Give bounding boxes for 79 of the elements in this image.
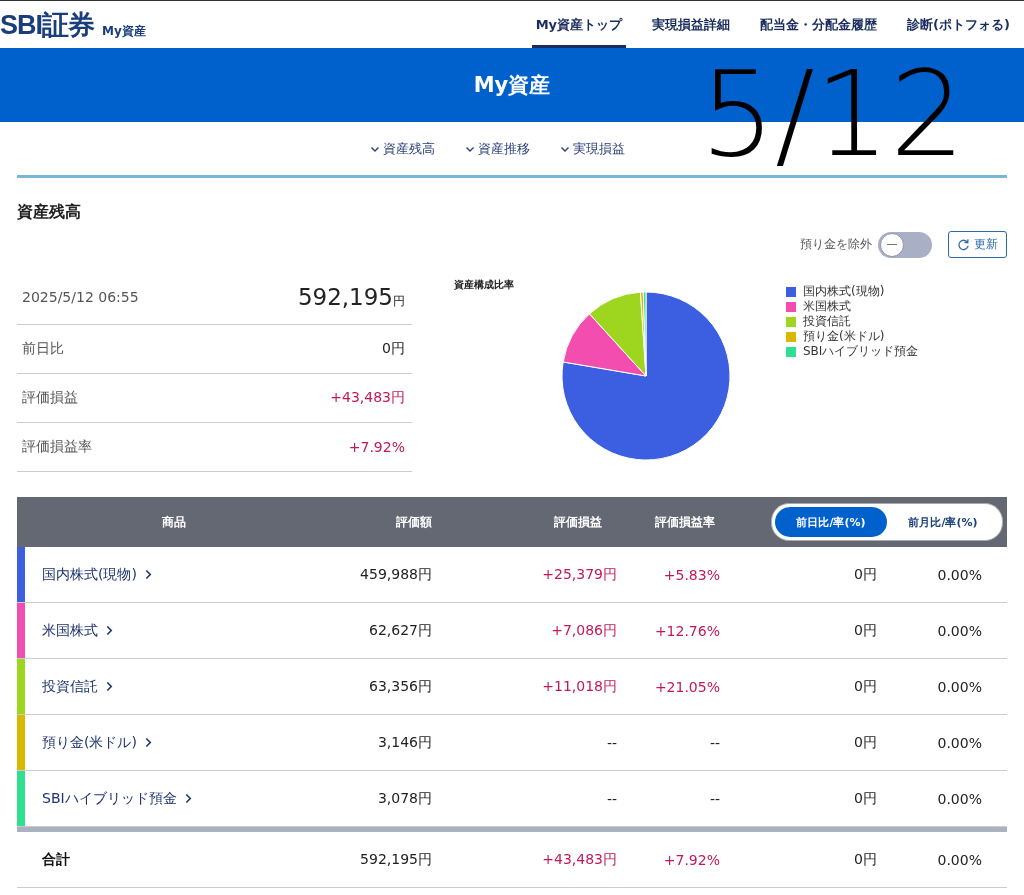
product-link[interactable]: 投資信託 — [25, 677, 330, 696]
product-link[interactable]: 米国株式 — [25, 621, 330, 640]
table-cell-text: 0.00% — [936, 566, 982, 583]
chevron-right-icon — [144, 737, 152, 748]
refresh-button[interactable]: 更新 — [948, 231, 1007, 258]
table-cell-text: 0円 — [853, 621, 877, 640]
logo[interactable]: SBI証券 — [0, 6, 94, 43]
table-cell-text: +5.83% — [662, 566, 720, 583]
summary-label: 評価損益率 — [22, 438, 92, 456]
summary-value: 0円 — [382, 340, 405, 358]
legend-label: 国内株式(現物) — [803, 284, 885, 299]
summary-label: 前日比 — [22, 340, 64, 358]
table-cell-text: 0.00% — [936, 678, 982, 695]
product-link[interactable]: 国内株式(現物) — [25, 565, 330, 584]
toggle-label: 預り金を除外 — [800, 236, 872, 253]
legend-label: 預り金(米ドル) — [803, 329, 885, 344]
table-cell-text: +7,086円 — [550, 621, 617, 640]
site-subtitle: My資産 — [102, 22, 146, 40]
table-cell-text: +7.92% — [662, 851, 720, 868]
page-title: My資産 — [473, 72, 551, 99]
chart-title: 資産構成比率 — [454, 278, 515, 292]
chevron-right-icon — [106, 681, 113, 692]
table-cell-text: +25,379円 — [541, 565, 617, 584]
chevron-right-icon — [144, 569, 152, 580]
table-cell-text: 0.00% — [936, 734, 982, 751]
table-cell-text: -- — [708, 790, 720, 807]
total-value: 592,195 円 — [297, 284, 405, 310]
table-cell-text: 3,146円 — [376, 733, 432, 752]
legend-swatch — [786, 346, 796, 357]
table-cell-text: -- — [708, 734, 720, 751]
table-cell-text: -- — [605, 734, 617, 751]
table-cell-text: -- — [605, 790, 617, 807]
legend-swatch — [786, 301, 796, 312]
legend-label: 米国株式 — [803, 299, 851, 314]
section-title: 資産残高 — [17, 202, 82, 223]
toggle-switch[interactable] — [878, 231, 932, 258]
column-header: 評価額 — [395, 513, 432, 531]
column-header: 評価損益 — [553, 513, 603, 531]
table-cell-text: 62,627円 — [368, 621, 432, 640]
period-tab[interactable]: 前日比/率(%) — [775, 507, 887, 537]
table-cell-text: 0円 — [853, 850, 877, 869]
chevron-right-icon — [184, 793, 192, 804]
table-cell-text: 0.00% — [936, 622, 982, 639]
nav-tab[interactable]: 診断(ポトフォる) — [903, 1, 1014, 48]
timestamp: 2025/5/12 06:55 — [22, 289, 139, 305]
column-header: 評価損益率 — [654, 513, 716, 531]
nav-tab[interactable]: 実現損益詳細 — [648, 1, 735, 48]
summary-value: +43,483円 — [330, 389, 405, 407]
anchor-link[interactable]: 実現損益 — [559, 139, 625, 158]
summary-value: +7.92% — [348, 439, 405, 455]
legend-label: 投資信託 — [803, 314, 851, 329]
chevron-right-icon — [106, 625, 113, 636]
table-cell-text: 0.00% — [936, 851, 982, 868]
table-cell-text: +21.05% — [653, 678, 720, 695]
table-cell-text: 0円 — [853, 789, 877, 808]
table-cell-text: 459,988円 — [359, 565, 432, 584]
refresh-icon — [957, 238, 970, 251]
legend-swatch — [786, 331, 796, 342]
table-cell-text: 3,078円 — [376, 789, 432, 808]
table-cell-text: +11,018円 — [541, 677, 617, 696]
legend-swatch — [786, 286, 796, 297]
table-cell-text: 0円 — [853, 565, 877, 584]
table-cell-text: +12.76% — [653, 622, 720, 639]
anchor-link[interactable]: 資産推移 — [464, 139, 530, 158]
table-cell-text: 592,195円 — [359, 850, 432, 869]
summary-label: 評価損益 — [22, 389, 78, 407]
table-cell-text: 0.00% — [936, 790, 982, 807]
table-cell-text: 63,356円 — [368, 677, 432, 696]
legend-label: SBIハイブリッド預金 — [803, 344, 919, 359]
product-link[interactable]: 預り金(米ドル) — [25, 733, 330, 752]
table-cell-text: 0円 — [853, 733, 877, 752]
column-header: 商品 — [160, 513, 187, 531]
product-link[interactable]: SBIハイブリッド預金 — [25, 789, 330, 808]
nav-tab[interactable]: 配当金・分配金履歴 — [756, 1, 882, 48]
legend-swatch — [786, 316, 796, 327]
anchor-link[interactable]: 資産残高 — [369, 139, 435, 158]
table-cell-text: 0円 — [853, 677, 877, 696]
table-cell-text: +43,483円 — [541, 850, 617, 869]
table-cell-text: 合計 — [41, 850, 71, 869]
